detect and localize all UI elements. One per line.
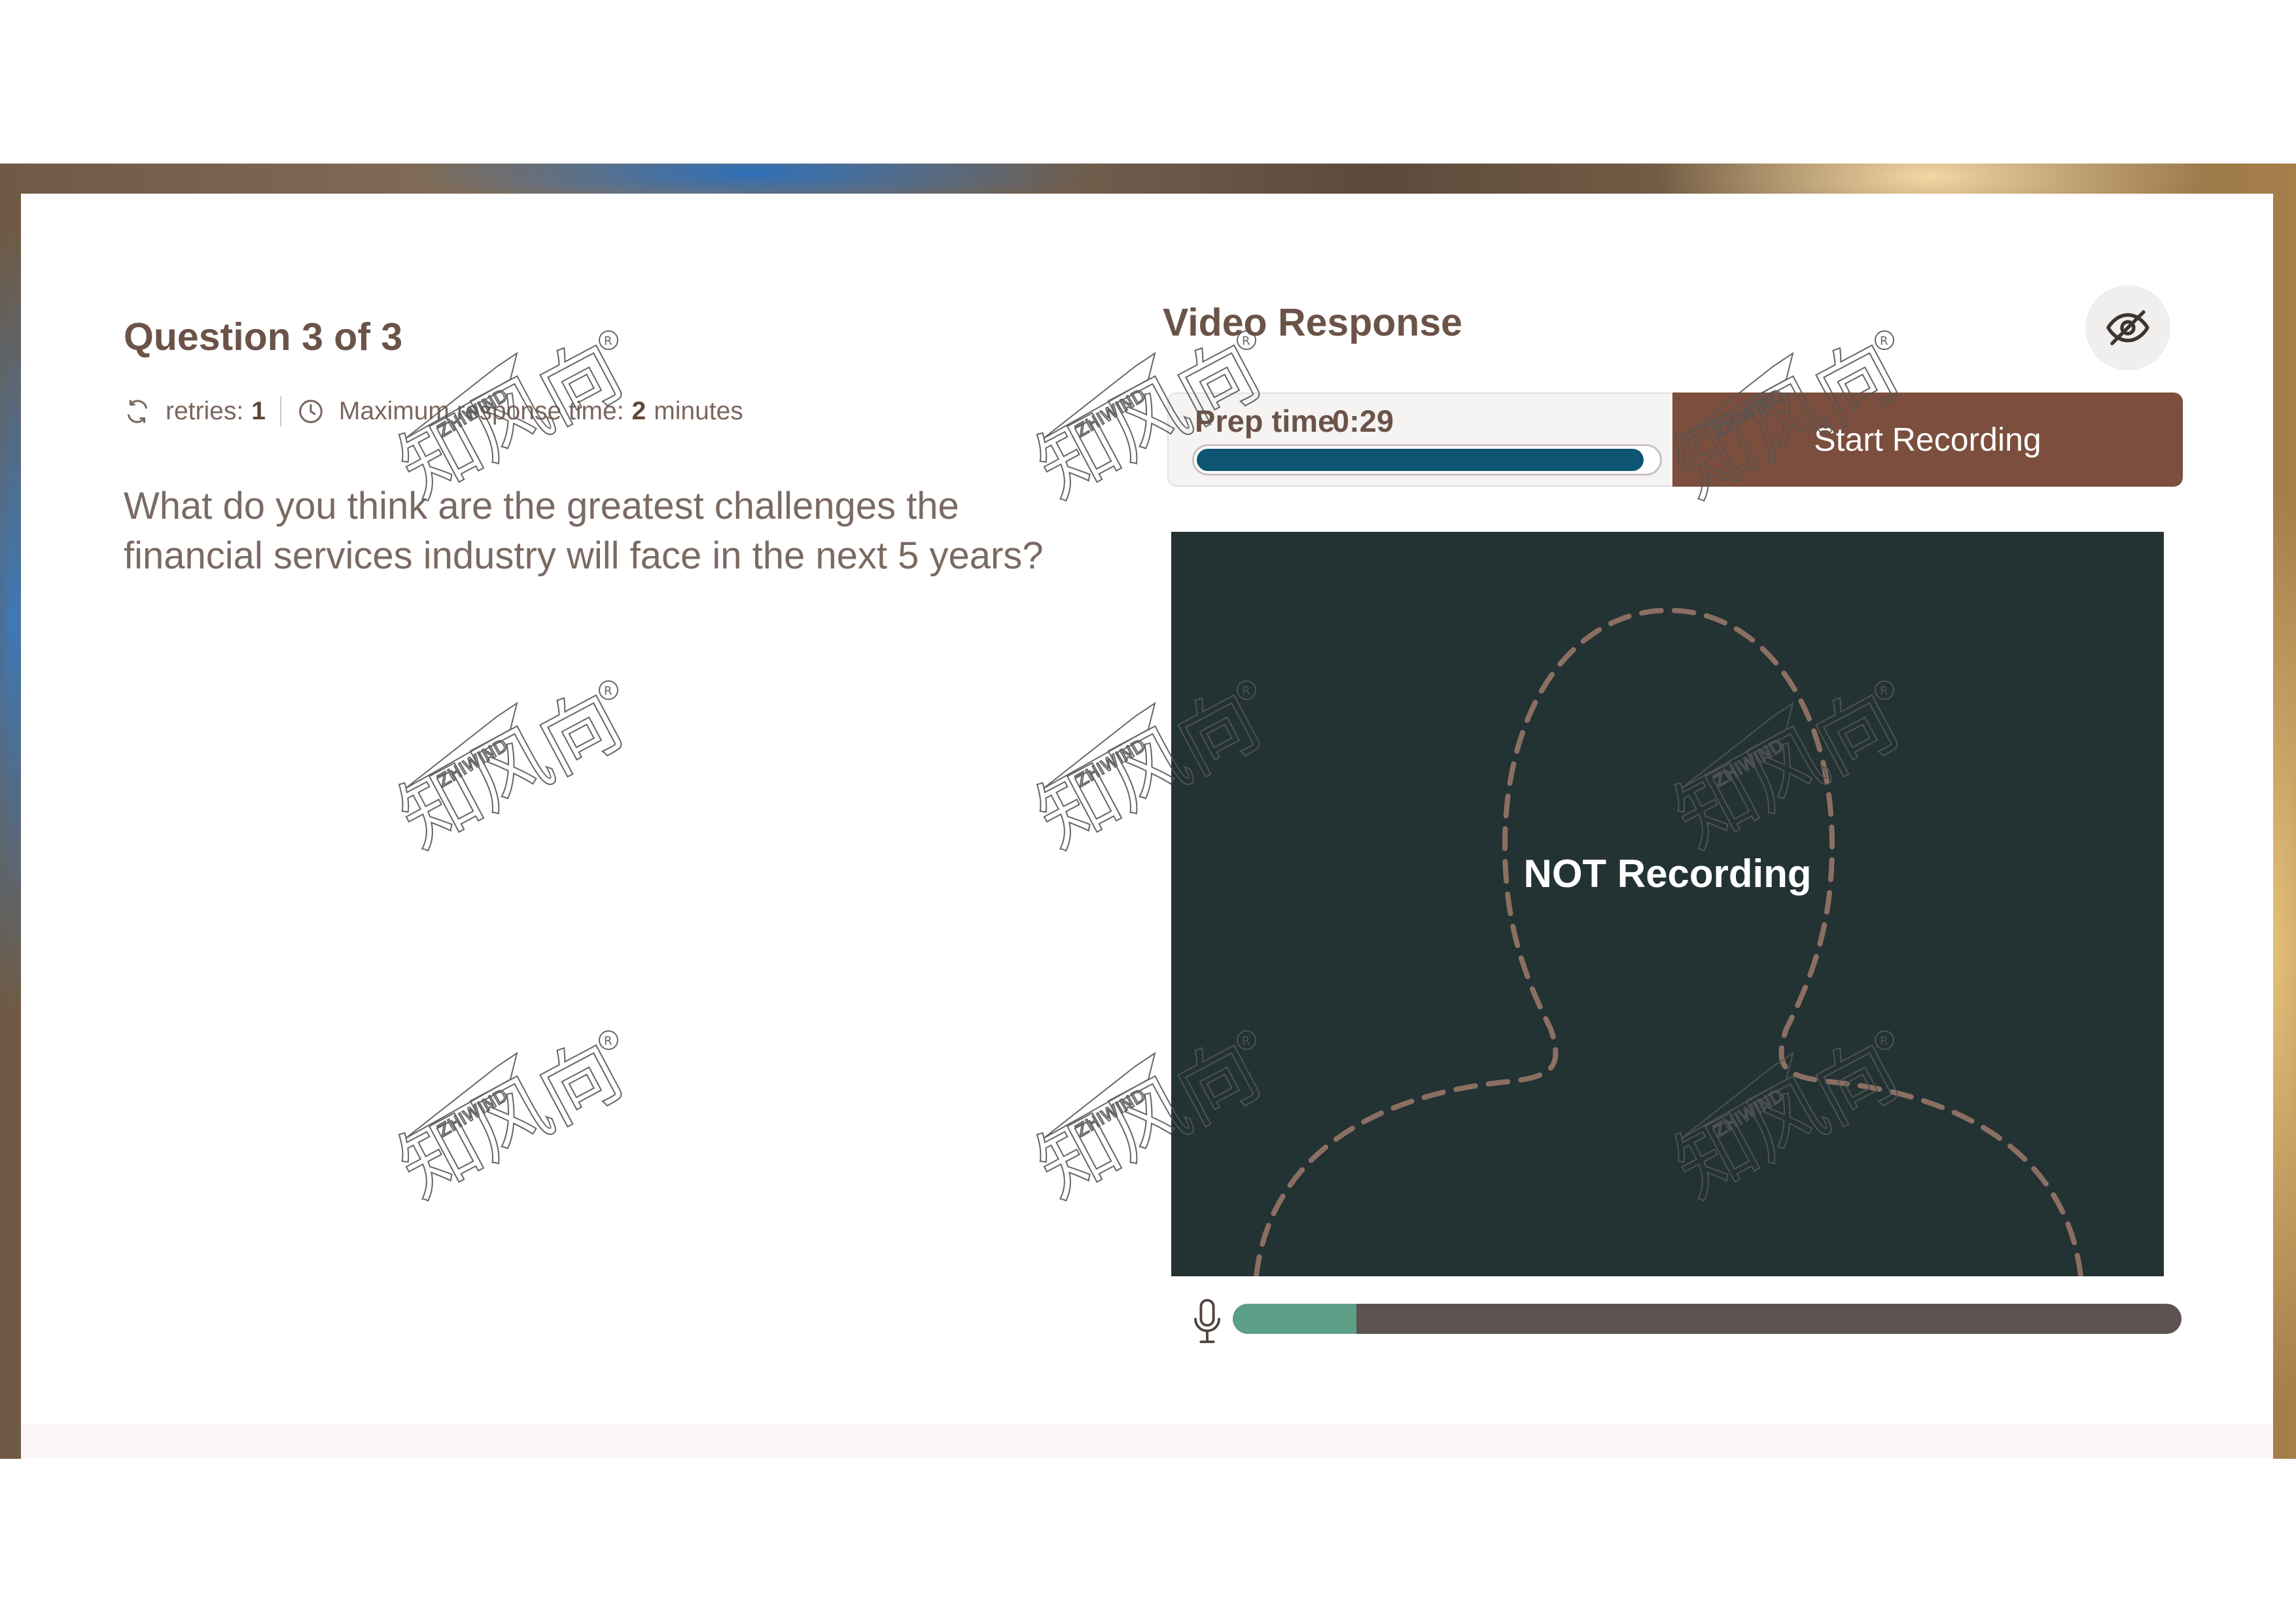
svg-text:知风向: 知风向 — [385, 677, 636, 865]
svg-text:R: R — [604, 684, 612, 698]
watermark-logo: R 知风向 ZHIWIND — [385, 327, 637, 516]
svg-text:知风向: 知风向 — [385, 327, 636, 515]
svg-text:知风向: 知风向 — [1023, 677, 1274, 865]
max-time-unit: minutes — [654, 397, 743, 425]
watermark-logo: R 知风向 ZHIWIND — [1661, 677, 1913, 866]
watermark-logo: R 知风向 ZHIWIND — [1023, 1027, 1275, 1216]
watermark-logo: R 知风向 ZHIWIND — [1023, 327, 1275, 516]
clock-icon — [296, 396, 326, 427]
meta-divider — [279, 396, 281, 427]
watermark-logo: R 知风向 ZHIWIND — [1661, 1027, 1913, 1216]
card-footer-strip — [21, 1423, 2273, 1459]
mic-level-fill — [1233, 1304, 1356, 1334]
svg-text:R: R — [1880, 1034, 1888, 1048]
svg-text:R: R — [1880, 684, 1888, 698]
svg-text:知风向: 知风向 — [1661, 1027, 1912, 1215]
svg-text:R: R — [1242, 684, 1250, 698]
svg-text:R: R — [1242, 1034, 1250, 1048]
mic-level-meter — [1233, 1304, 2181, 1334]
svg-text:知风向: 知风向 — [1023, 327, 1274, 515]
eye-slash-icon — [2106, 310, 2149, 345]
retries-value: 1 — [251, 397, 266, 425]
watermark-logo: R 知风向 ZHIWIND — [385, 677, 637, 866]
svg-text:知风向: 知风向 — [1661, 677, 1912, 865]
microphone-icon — [1191, 1298, 1224, 1345]
watermark-logo: R 知风向 ZHIWIND — [1661, 327, 1913, 516]
svg-text:R: R — [604, 1034, 612, 1048]
watermark-logo: R 知风向 ZHIWIND — [1023, 677, 1275, 866]
svg-text:R: R — [604, 334, 612, 348]
retries-label: retries: — [166, 397, 244, 425]
retry-icon — [122, 396, 152, 427]
page: Question 3 of 3 retries: 1 Maximum respo… — [0, 0, 2296, 1623]
svg-text:知风向: 知风向 — [1661, 327, 1912, 515]
svg-text:知风向: 知风向 — [1023, 1027, 1274, 1215]
svg-text:R: R — [1242, 334, 1250, 348]
svg-text:R: R — [1880, 334, 1888, 348]
watermark-logo: R 知风向 ZHIWIND — [385, 1027, 637, 1216]
prep-time: 0:29 — [1332, 404, 1394, 438]
svg-text:知风向: 知风向 — [385, 1027, 636, 1215]
hide-video-button[interactable] — [2085, 285, 2170, 370]
